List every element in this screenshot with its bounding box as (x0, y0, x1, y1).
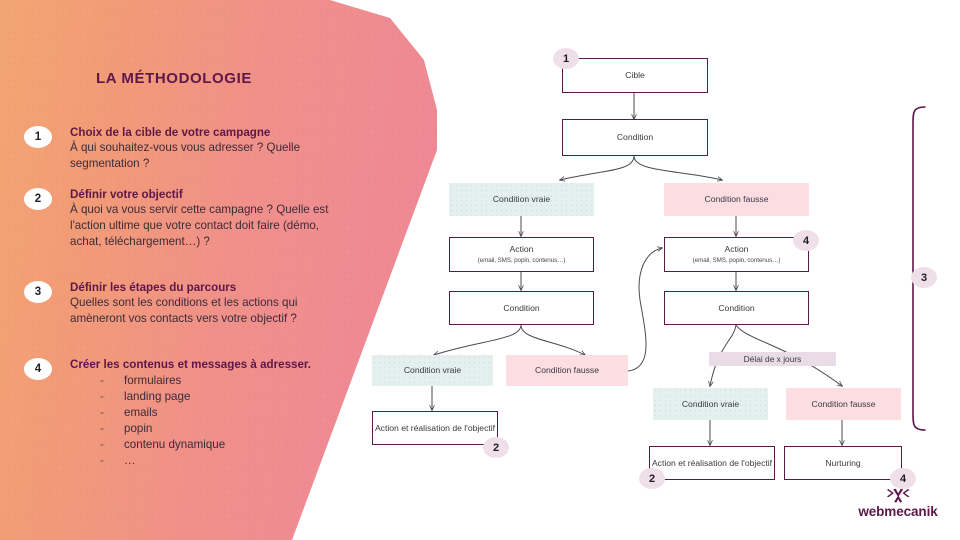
brand-logo: webmecanik (845, 488, 951, 519)
node-nurturing[interactable]: Nurturing (784, 446, 902, 480)
node-delai[interactable]: Délai de x jours (709, 352, 836, 366)
node-action-right[interactable]: Action (email, SMS, popin, contenus…) (664, 237, 809, 272)
node-condition-fausse-1-label: Condition fausse (704, 194, 769, 205)
node-condition-fausse-2[interactable]: Condition fausse (506, 355, 628, 386)
node-action-left-sublabel: (email, SMS, popin, contenus…) (477, 256, 566, 264)
node-condition-vraie-2[interactable]: Condition vraie (372, 355, 493, 386)
node-condition-vraie-2-label: Condition vraie (403, 365, 462, 376)
node-condition-vraie-1[interactable]: Condition vraie (449, 183, 594, 216)
node-condition-left-2[interactable]: Condition (449, 291, 594, 325)
workflow-diagram: Cible Condition Condition vraie Conditio… (0, 0, 960, 540)
node-condition-fausse-1[interactable]: Condition fausse (664, 183, 809, 216)
node-condition-fausse-2-label: Condition fausse (534, 365, 600, 376)
brand-name: webmecanik (858, 504, 938, 519)
node-condition-fausse-3[interactable]: Condition fausse (786, 388, 901, 420)
node-cible[interactable]: Cible (562, 58, 708, 93)
node-condition-fausse-3-label: Condition fausse (811, 398, 876, 409)
node-objectif-left-label: Action et réalisation de l'objectif (374, 422, 496, 433)
node-objectif-right[interactable]: Action et réalisation de l'objectif (649, 446, 775, 480)
flow-badge-4-nurturing: 4 (890, 468, 916, 489)
node-condition-right-2-label: Condition (718, 302, 755, 313)
flow-badge-4-action: 4 (793, 230, 819, 251)
node-condition-left-2-label: Condition (503, 302, 540, 313)
node-condition-vraie-1-label: Condition vraie (492, 194, 551, 205)
node-action-right-sublabel: (email, SMS, popin, contenus…) (692, 256, 781, 264)
node-cible-label: Cible (625, 70, 645, 81)
node-condition-1[interactable]: Condition (562, 119, 708, 156)
slide-canvas: LA MÉTHODOLOGIE 1 Choix de la cible de v… (0, 0, 960, 540)
node-objectif-left[interactable]: Action et réalisation de l'objectif (372, 411, 498, 445)
node-condition-vraie-3-label: Condition vraie (681, 398, 740, 409)
node-delai-label: Délai de x jours (743, 353, 802, 364)
node-action-left-label: Action (509, 244, 534, 255)
node-condition-vraie-3[interactable]: Condition vraie (653, 388, 768, 420)
x-butterfly-icon (886, 488, 910, 503)
flow-badge-2-left: 2 (483, 437, 509, 458)
node-condition-right-2[interactable]: Condition (664, 291, 809, 325)
node-condition-1-label: Condition (616, 132, 654, 143)
node-nurturing-label: Nurturing (825, 457, 861, 468)
node-action-left[interactable]: Action (email, SMS, popin, contenus…) (449, 237, 594, 272)
flow-badge-2-right: 2 (639, 468, 665, 489)
node-action-right-label: Action (724, 244, 749, 255)
node-objectif-right-label: Action et réalisation de l'objectif (651, 457, 773, 468)
flow-badge-1: 1 (553, 48, 579, 69)
flow-badge-3: 3 (911, 267, 937, 288)
